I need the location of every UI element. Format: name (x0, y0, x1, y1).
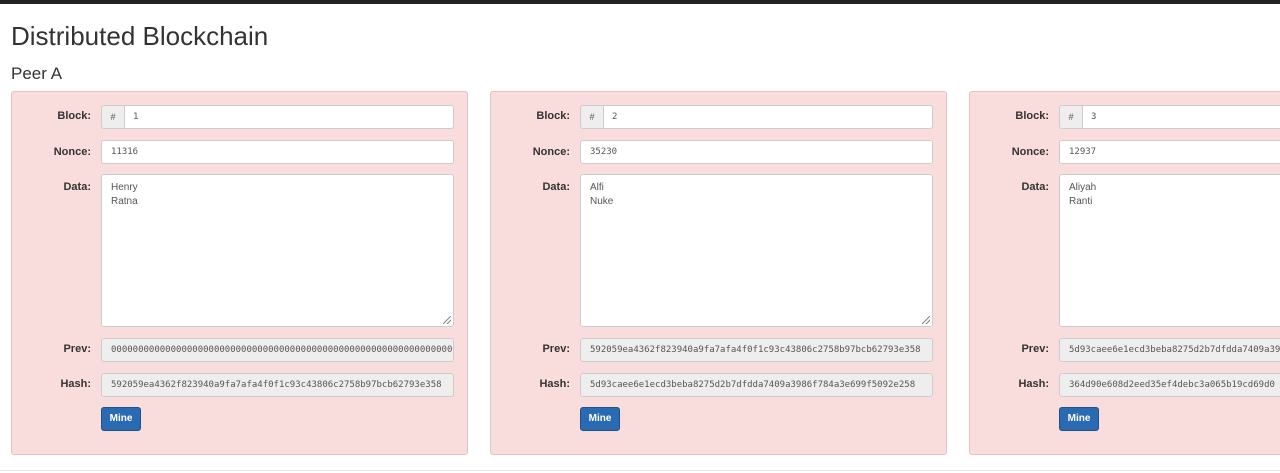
data-textarea[interactable]: Alfi Nuke (580, 174, 933, 327)
data-line: Ratna (111, 196, 138, 207)
prev-hash-field: 592059ea4362f823940a9fa7afa4f0f1c93c4380… (580, 338, 933, 362)
block-number-group: # 3 (1059, 105, 1280, 129)
nonce-label: Nonce: (53, 146, 91, 158)
nonce-label: Nonce: (1011, 146, 1049, 158)
data-textarea[interactable]: Henry Ratna (101, 174, 454, 327)
block-number-group: # 1 (101, 105, 454, 129)
blocks-row: Block: # 1 Nonce: 11316 Data: Henry Ratn… (0, 0, 1280, 473)
block-card-1: Block: # 1 Nonce: 11316 Data: Henry Ratn… (11, 91, 468, 455)
block-number-input[interactable]: 3 (1082, 105, 1280, 129)
resize-handle-icon[interactable] (443, 316, 451, 324)
block-label: Block: (57, 110, 91, 122)
hash-label: Hash: (1018, 378, 1049, 390)
prev-hash-field: 0000000000000000000000000000000000000000… (101, 338, 454, 362)
nonce-label: Nonce: (532, 146, 570, 158)
resize-handle-icon[interactable] (922, 316, 930, 324)
data-line: Henry (111, 182, 138, 193)
prev-label: Prev: (542, 343, 570, 355)
hash-label: Hash: (60, 378, 91, 390)
data-label: Data: (1021, 181, 1049, 193)
block-label: Block: (536, 110, 570, 122)
data-line: Aliyah (1069, 182, 1097, 193)
data-textarea[interactable]: Aliyah Ranti (1059, 174, 1280, 327)
bottom-divider (0, 470, 1280, 471)
block-number-input[interactable]: 2 (603, 105, 933, 129)
hash-symbol-addon: # (580, 105, 604, 129)
block-label: Block: (1015, 110, 1049, 122)
data-line: Alfi (590, 182, 604, 193)
block-card-3: Block: # 3 Nonce: 12937 Data: Aliyah Ran… (969, 91, 1280, 455)
hash-field: 592059ea4362f823940a9fa7afa4f0f1c93c4380… (101, 373, 454, 397)
prev-hash-field: 5d93caee6e1ecd3beba8275d2b7dfdda7409a39 (1059, 338, 1280, 362)
data-line: Ranti (1069, 196, 1093, 207)
hash-symbol-addon: # (101, 105, 125, 129)
block-card-2: Block: # 2 Nonce: 35230 Data: Alfi Nuke … (490, 91, 947, 455)
data-label: Data: (63, 181, 91, 193)
hash-field: 5d93caee6e1ecd3beba8275d2b7dfdda7409a398… (580, 373, 933, 397)
mine-button[interactable]: Mine (580, 407, 620, 431)
nonce-input[interactable]: 35230 (580, 140, 933, 164)
nonce-input[interactable]: 12937 (1059, 140, 1280, 164)
prev-label: Prev: (1021, 343, 1049, 355)
block-number-input[interactable]: 1 (124, 105, 454, 129)
prev-label: Prev: (63, 343, 91, 355)
hash-symbol-addon: # (1059, 105, 1083, 129)
nonce-input[interactable]: 11316 (101, 140, 454, 164)
mine-button[interactable]: Mine (101, 407, 141, 431)
data-line: Nuke (590, 196, 614, 207)
hash-field: 364d90e608d2eed35ef4debc3a065b19cd69d0 (1059, 373, 1280, 397)
hash-label: Hash: (539, 378, 570, 390)
mine-button[interactable]: Mine (1059, 407, 1099, 431)
block-number-group: # 2 (580, 105, 933, 129)
data-label: Data: (542, 181, 570, 193)
